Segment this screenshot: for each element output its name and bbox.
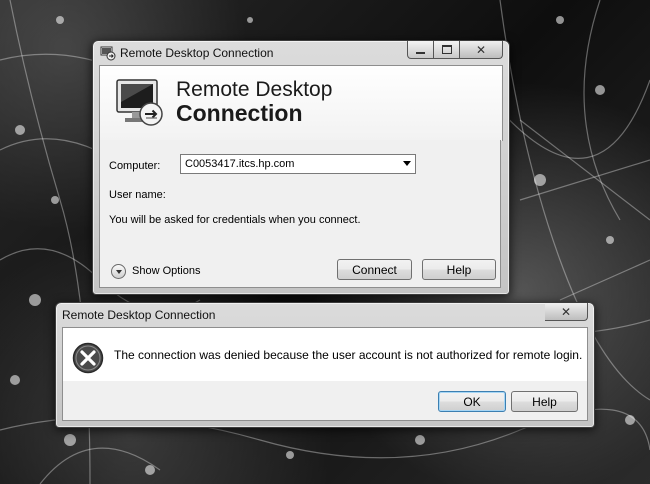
username-label: User name: — [109, 189, 166, 201]
dropdown-arrow-icon[interactable] — [403, 161, 411, 166]
rdc-titlebar[interactable]: Remote Desktop Connection ✕ — [93, 41, 509, 65]
ok-button[interactable]: OK — [438, 391, 506, 412]
close-button[interactable]: ✕ — [460, 41, 503, 59]
error-x-icon — [72, 342, 104, 374]
show-options-label: Show Options — [132, 265, 201, 277]
remote-desktop-icon — [100, 45, 116, 61]
error-help-button[interactable]: Help — [511, 391, 578, 412]
maximize-icon — [441, 45, 452, 54]
monitor-icon — [113, 76, 167, 130]
maximize-button[interactable] — [434, 41, 460, 59]
error-close-button[interactable]: ✕ — [545, 303, 588, 321]
banner-title-line1: Remote Desktop — [176, 78, 333, 101]
close-icon: ✕ — [560, 304, 572, 319]
connect-button[interactable]: Connect — [337, 259, 412, 280]
minimize-button[interactable] — [407, 41, 434, 59]
minimize-icon — [416, 51, 425, 54]
error-message-text: The connection was denied because the us… — [114, 348, 583, 362]
error-dialog-titlebar[interactable]: Remote Desktop Connection ✕ — [56, 303, 594, 327]
rdc-window-title: Remote Desktop Connection — [120, 46, 274, 60]
computer-combobox-value: C0053417.itcs.hp.com — [185, 158, 295, 170]
computer-label: Computer: — [109, 160, 161, 172]
error-dialog-title: Remote Desktop Connection — [62, 308, 216, 322]
rdc-banner: Remote Desktop Connection — [99, 65, 503, 141]
banner-title-line2: Connection — [176, 100, 303, 126]
credentials-info-text: You will be asked for credentials when y… — [109, 214, 361, 226]
help-button[interactable]: Help — [422, 259, 496, 280]
rdc-client-area: Computer: C0053417.itcs.hp.com User name… — [99, 140, 501, 288]
error-dialog: Remote Desktop Connection ✕ The connecti… — [55, 302, 595, 428]
error-button-bar: OK Help — [62, 381, 588, 421]
chevron-down-circle-icon — [111, 263, 126, 279]
show-options-toggle[interactable]: Show Options — [111, 262, 200, 280]
error-message-panel: The connection was denied because the us… — [62, 327, 588, 383]
computer-combobox[interactable]: C0053417.itcs.hp.com — [180, 154, 416, 174]
rdc-window: Remote Desktop Connection ✕ Remote Deskt… — [92, 40, 510, 295]
close-icon: ✕ — [475, 42, 487, 57]
